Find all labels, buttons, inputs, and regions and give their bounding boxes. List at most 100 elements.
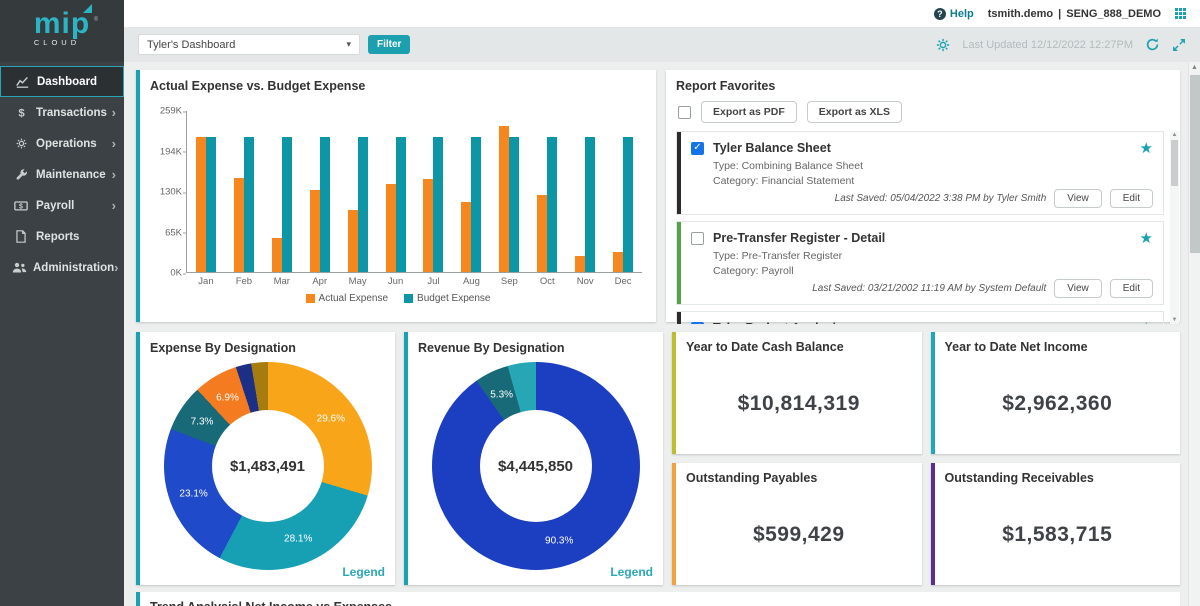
payroll-icon: $ — [12, 199, 30, 212]
actual-expense-bar — [196, 137, 206, 273]
logo-text: mip — [34, 7, 90, 40]
x-tick-label: May — [339, 273, 377, 287]
logo-flag-icon — [83, 4, 92, 13]
budget-expense-bar — [547, 137, 557, 273]
help-icon: ? — [934, 8, 946, 20]
legend-item: Budget Expense — [404, 293, 490, 304]
expense-donut-chart[interactable]: $1,483,491 29.6%28.1%23.1%7.3%6.9% — [164, 362, 372, 570]
scroll-down-icon[interactable]: ▼ — [1170, 317, 1179, 323]
budget-expense-bar — [244, 137, 254, 273]
favorite-checkbox[interactable]: ✓ — [691, 142, 704, 155]
revenue-donut-title: Revenue By Designation — [408, 332, 663, 359]
star-icon[interactable]: ★ — [1140, 319, 1153, 324]
refresh-icon[interactable] — [1145, 37, 1160, 52]
sidebar-item-label: Transactions — [36, 107, 112, 119]
bar-group-nov — [566, 111, 604, 272]
favorites-scroll-thumb[interactable] — [1171, 140, 1178, 186]
legend-label: Budget Expense — [417, 293, 490, 304]
legend-label: Actual Expense — [319, 293, 389, 304]
bar-chart-plot — [186, 111, 642, 273]
budget-expense-bar — [358, 137, 368, 273]
edit-button[interactable]: Edit — [1110, 189, 1153, 208]
report-favorites-title: Report Favorites — [666, 70, 1180, 97]
bar-chart-card: Actual Expense vs. Budget Expense 259K19… — [136, 70, 656, 322]
revenue-donut-chart[interactable]: $4,445,850 90.3%5.3% — [432, 362, 640, 570]
favorite-type: Type: Combining Balance Sheet — [713, 160, 1153, 172]
kpi-card-outstanding-payables: Outstanding Payables $599,429 — [672, 463, 922, 585]
view-button[interactable]: View — [1054, 279, 1102, 298]
slice-percent-label: 6.9% — [216, 392, 239, 403]
expense-legend-link[interactable]: Legend — [342, 565, 385, 579]
kpi-card-outstanding-receivables: Outstanding Receivables $1,583,715 — [931, 463, 1181, 585]
favorites-scrollbar[interactable]: ▲ ▼ — [1170, 131, 1179, 324]
slice-percent-label: 28.1% — [284, 533, 312, 544]
dashboard-icon — [13, 75, 31, 88]
sidebar-nav: Dashboard $ Transactions › Operations › … — [0, 62, 124, 283]
bar-group-sep — [490, 111, 528, 272]
star-icon[interactable]: ★ — [1140, 229, 1153, 247]
filter-button[interactable]: Filter — [368, 35, 410, 54]
x-tick-label: Apr — [301, 273, 339, 287]
bar-group-may — [339, 111, 377, 272]
favorite-last-saved: Last Saved: 05/04/2022 3:38 PM by Tyler … — [835, 193, 1047, 204]
favorite-category: Category: Financial Statement — [713, 175, 1153, 187]
view-button[interactable]: View — [1054, 189, 1102, 208]
budget-expense-bar — [396, 137, 406, 273]
favorite-checkbox[interactable]: ✓ — [691, 322, 704, 325]
kpi-title: Year to Date Net Income — [945, 340, 1171, 354]
sidebar-item-payroll[interactable]: $ Payroll › — [0, 190, 124, 221]
y-tick-label: 259K — [160, 106, 182, 117]
bar-chart-title: Actual Expense vs. Budget Expense — [140, 70, 656, 97]
expand-icon[interactable] — [1172, 38, 1186, 52]
bar-group-jan — [187, 111, 225, 272]
page-scroll-thumb[interactable] — [1190, 75, 1200, 253]
actual-expense-bar — [310, 190, 320, 272]
revenue-total: $4,445,850 — [498, 458, 573, 475]
bar-chart-legend: Actual Expense Budget Expense — [140, 293, 656, 304]
export-pdf-button[interactable]: Export as PDF — [701, 101, 797, 123]
slice-percent-label: 90.3% — [545, 536, 573, 547]
slice-percent-label: 29.6% — [317, 413, 345, 424]
revenue-legend-link[interactable]: Legend — [610, 565, 653, 579]
select-all-checkbox[interactable] — [678, 106, 691, 119]
bottom-card-clipped: Trend Analysis| Net Income vs Expenses — [136, 592, 1180, 606]
kpi-card-year-to-date-cash-balance: Year to Date Cash Balance $10,814,319 — [672, 332, 922, 454]
budget-expense-bar — [433, 137, 443, 273]
org-name: SENG_888_DEMO — [1066, 8, 1161, 20]
star-icon[interactable]: ★ — [1140, 139, 1153, 157]
sidebar-item-administration[interactable]: Administration › — [0, 252, 124, 283]
trend-analysis-card: Trend Analysis| Net Income vs Expenses — [136, 592, 1180, 606]
sidebar-item-reports[interactable]: Reports — [0, 221, 124, 252]
expense-donut-title: Expense By Designation — [140, 332, 395, 359]
scroll-up-icon[interactable]: ▲ — [1170, 132, 1179, 138]
x-tick-label: Sep — [490, 273, 528, 287]
scroll-up-icon[interactable]: ▲ — [1189, 62, 1200, 74]
operations-icon — [12, 137, 30, 150]
help-link[interactable]: ? Help — [934, 8, 974, 20]
sidebar-item-dashboard[interactable]: Dashboard — [0, 66, 124, 97]
edit-button[interactable]: Edit — [1110, 279, 1153, 298]
x-tick-label: Jun — [377, 273, 415, 287]
settings-gear-icon[interactable] — [936, 38, 950, 52]
legend-item: Actual Expense — [306, 293, 389, 304]
favorite-item: ✓ Tyler Balance Sheet ★ Type: Combining … — [676, 131, 1164, 215]
favorite-title: Tyler Balance Sheet — [713, 141, 1131, 155]
budget-expense-bar — [206, 137, 216, 273]
favorite-checkbox[interactable] — [691, 232, 704, 245]
sidebar-item-maintenance[interactable]: Maintenance › — [0, 159, 124, 190]
control-bar: Tyler's Dashboard ▾ Filter Last Updated … — [124, 27, 1200, 62]
actual-expense-bar — [234, 178, 244, 272]
favorite-item: Pre-Transfer Register - Detail ★ Type: P… — [676, 221, 1164, 305]
sidebar-item-operations[interactable]: Operations › — [0, 128, 124, 159]
actual-expense-bar — [272, 238, 282, 272]
favorite-item: ✓ Tyler Budget Analysis ★ — [676, 311, 1164, 324]
kpi-grid: Year to Date Cash Balance $10,814,319 Ye… — [672, 332, 1180, 585]
apps-grid-icon[interactable] — [1175, 8, 1186, 19]
sidebar-item-transactions[interactable]: $ Transactions › — [0, 97, 124, 128]
page-scrollbar[interactable]: ▲ — [1188, 62, 1200, 606]
export-xls-button[interactable]: Export as XLS — [807, 101, 902, 123]
y-tick-label: 130K — [160, 187, 182, 198]
favorite-category: Category: Payroll — [713, 265, 1153, 277]
kpi-value: $1,583,715 — [945, 523, 1171, 547]
dashboard-select[interactable]: Tyler's Dashboard ▾ — [138, 34, 360, 55]
